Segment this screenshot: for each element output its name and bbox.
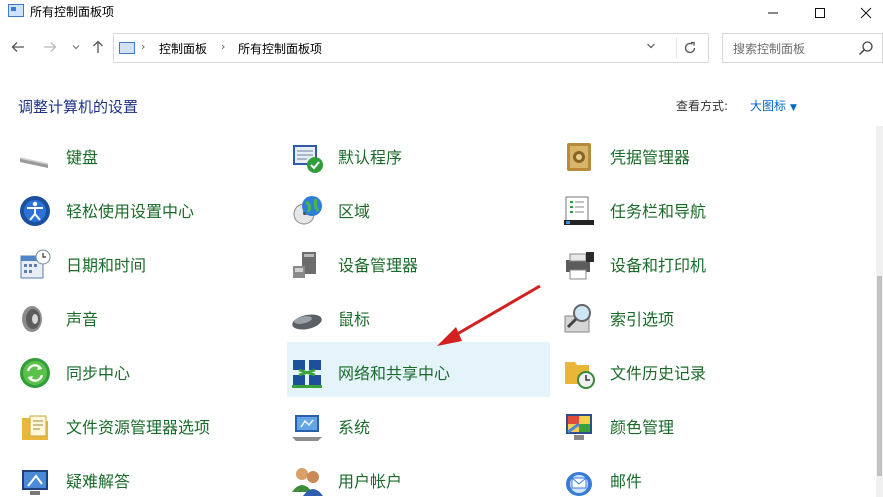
mouse-icon (292, 314, 322, 330)
item-system[interactable]: 系统 (290, 401, 540, 451)
up-button[interactable] (88, 37, 108, 57)
minimize-icon (768, 12, 778, 14)
address-dropdown-button[interactable] (646, 40, 656, 54)
folder-options-icon (22, 415, 48, 440)
scrollbar-thumb[interactable] (877, 276, 882, 476)
control-panel-icon (8, 4, 24, 17)
ease-of-access-icon (20, 196, 50, 226)
item-keyboard[interactable]: 键盘 (18, 131, 268, 181)
item-mail[interactable]: 邮件 (562, 455, 822, 497)
back-button[interactable] (8, 37, 28, 57)
printer-icon (566, 252, 594, 280)
recent-locations-button[interactable] (66, 37, 86, 57)
device-manager-icon (293, 252, 316, 278)
breadcrumb-control-panel[interactable]: 控制面板 (159, 40, 207, 57)
close-icon (860, 7, 872, 19)
speaker-icon (22, 306, 42, 332)
maximize-button[interactable] (797, 0, 843, 26)
arrow-up-icon (93, 40, 103, 53)
default-programs-icon (293, 145, 323, 173)
item-sound[interactable]: 声音 (18, 293, 268, 343)
control-panel-items: 键盘 轻松使用设置中心 日期和时间 声音 同步中心 文件资源管理器选项 疑难解答… (0, 126, 883, 497)
item-file-explorer-options[interactable]: 文件资源管理器选项 (18, 401, 268, 451)
item-taskbar-navigation[interactable]: 任务栏和导航 (562, 185, 822, 235)
arrow-right-icon (44, 42, 57, 52)
sync-icon (20, 358, 50, 388)
system-icon (292, 415, 322, 441)
item-troubleshooting[interactable]: 疑难解答 (18, 455, 268, 497)
refresh-icon (684, 41, 696, 54)
breadcrumb-all-items[interactable]: 所有控制面板项 (238, 40, 322, 57)
item-file-history[interactable]: 文件历史记录 (562, 347, 822, 397)
refresh-button[interactable] (676, 38, 703, 58)
window-title: 所有控制面板项 (30, 5, 115, 19)
item-ease-of-access[interactable]: 轻松使用设置中心 (18, 185, 268, 235)
item-indexing-options[interactable]: 索引选项 (562, 293, 822, 343)
page-title: 调整计算机的设置 (18, 98, 139, 116)
chevron-down-icon (72, 45, 80, 50)
address-row: › 控制面板 › 所有控制面板项 (0, 33, 883, 65)
file-history-icon (565, 362, 595, 389)
search-box[interactable] (722, 33, 883, 63)
address-bar[interactable]: › 控制面板 › 所有控制面板项 (113, 33, 709, 63)
chevron-right-icon[interactable]: › (221, 40, 225, 53)
item-date-time[interactable]: 日期和时间 (18, 239, 268, 289)
network-icon (292, 360, 322, 388)
magnifier-icon (564, 304, 591, 333)
view-mode-dropdown[interactable]: 大图标 ▼ (750, 97, 797, 114)
control-panel-icon (119, 42, 135, 54)
item-default-programs[interactable]: 默认程序 (290, 131, 540, 181)
item-sync-center[interactable]: 同步中心 (18, 347, 268, 397)
caret-down-icon[interactable]: ▼ (790, 103, 797, 113)
users-icon (292, 468, 323, 496)
search-input[interactable] (731, 39, 853, 59)
item-device-manager[interactable]: 设备管理器 (290, 239, 540, 289)
arrow-left-icon (11, 42, 24, 52)
item-mouse[interactable]: 鼠标 (290, 293, 540, 343)
chevron-down-icon (647, 43, 655, 49)
mail-icon (566, 472, 592, 496)
color-management-icon (566, 414, 592, 440)
forward-button[interactable] (40, 37, 60, 57)
item-network-sharing-center[interactable]: 网络和共享中心 (290, 347, 540, 397)
view-mode-value[interactable]: 大图标 (750, 99, 786, 113)
minimize-button[interactable] (750, 0, 796, 26)
globe-clock-icon (293, 196, 322, 225)
item-devices-printers[interactable]: 设备和打印机 (562, 239, 822, 289)
item-color-management[interactable]: 颜色管理 (562, 401, 822, 451)
vault-icon (567, 143, 591, 171)
item-user-accounts[interactable]: 用户帐户 (290, 455, 540, 497)
maximize-icon (815, 8, 825, 18)
vertical-scrollbar[interactable] (876, 126, 883, 497)
title-bar: 所有控制面板项 (0, 0, 883, 26)
search-icon[interactable] (858, 40, 874, 56)
item-region[interactable]: 区域 (290, 185, 540, 235)
view-mode-label: 查看方式: (676, 99, 729, 113)
calendar-clock-icon (20, 249, 51, 279)
keyboard-icon (19, 157, 49, 168)
item-credential-manager[interactable]: 凭据管理器 (562, 131, 822, 181)
taskbar-icon (564, 196, 594, 225)
close-button[interactable] (843, 0, 883, 26)
troubleshoot-icon (22, 470, 48, 495)
chevron-right-icon[interactable]: › (141, 40, 145, 53)
